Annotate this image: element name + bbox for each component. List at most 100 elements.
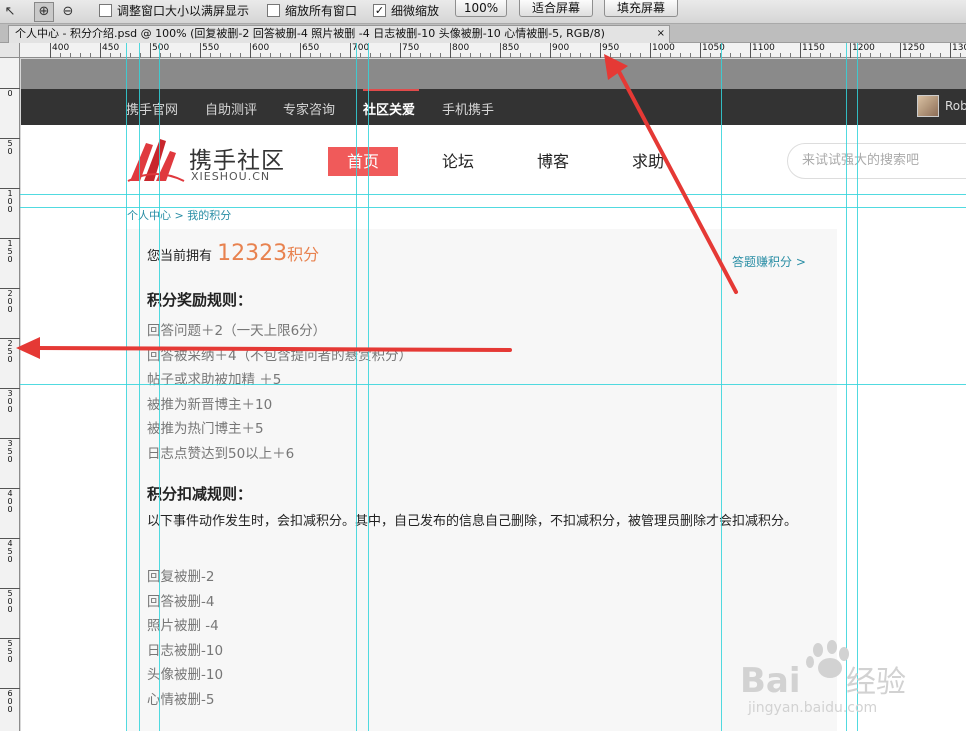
ruler-minor-tick xyxy=(430,53,431,57)
resize-windows-checkbox[interactable] xyxy=(99,3,112,17)
reward-rule-item: 被推为热门博主＋5 xyxy=(147,421,264,438)
zoom-out-icon[interactable]: ⊖ xyxy=(58,2,78,22)
ruler-minor-tick xyxy=(810,53,811,57)
ruler-minor-tick xyxy=(90,53,91,57)
tool-preset-icon[interactable]: ↖ xyxy=(0,2,20,22)
zoom-all-windows-checkbox[interactable] xyxy=(267,3,280,17)
user-name[interactable]: Rob xyxy=(945,99,966,113)
ruler-major-tick xyxy=(100,43,101,58)
reward-rule-item: 帖子或求助被加精 ＋5 xyxy=(147,372,282,389)
ruler-left-label: 600 xyxy=(7,689,13,714)
scrubby-zoom-option[interactable]: ✓ 细微缩放 xyxy=(373,0,439,20)
earn-points-link[interactable]: 答题赚积分 > xyxy=(732,253,806,270)
ruler-left-label: 500 xyxy=(7,589,13,614)
ruler-minor-tick xyxy=(490,53,491,57)
ruler-minor-tick xyxy=(790,53,791,57)
ruler-major-tick xyxy=(300,43,301,58)
ruler-minor-tick xyxy=(690,53,691,57)
ruler-major-tick xyxy=(600,43,601,58)
ruler-minor-tick xyxy=(460,53,461,57)
horizontal-guide[interactable] xyxy=(20,384,966,385)
main-nav-item[interactable]: 论坛 xyxy=(423,147,493,176)
document-tab[interactable]: 个人中心 - 积分介绍.psd @ 100% (回复被删-2 回答被删-4 照片… xyxy=(8,25,670,43)
xieshou-logo-icon[interactable] xyxy=(126,137,186,183)
document-canvas[interactable]: Rob 携手官网 自助测评 专家咨询 社区关爱 手机携手 携手社区 XIESHOU.CN… xyxy=(21,59,966,731)
main-nav-item[interactable]: 首页 xyxy=(328,147,398,176)
top-nav-link[interactable]: 专家咨询 xyxy=(283,99,335,118)
deduct-rule-item: 照片被删 -4 xyxy=(147,618,219,634)
main-nav-item[interactable]: 求助 xyxy=(613,147,683,176)
vertical-guide[interactable] xyxy=(721,43,722,731)
ruler-minor-tick xyxy=(60,53,61,57)
vertical-guide[interactable] xyxy=(846,43,847,731)
ruler-top-label: 900 xyxy=(552,43,570,53)
site-top-nav: Rob 携手官网 自助测评 专家咨询 社区关爱 手机携手 xyxy=(21,89,966,125)
ruler-major-tick xyxy=(650,43,651,58)
vertical-guide[interactable] xyxy=(857,43,858,731)
fill-screen-button[interactable]: 填充屏幕 xyxy=(604,0,678,17)
ruler-minor-tick xyxy=(860,53,861,57)
zoom-in-icon[interactable]: ⊕ xyxy=(34,2,54,22)
top-nav-link[interactable]: 手机携手 xyxy=(442,99,494,118)
deduct-rule-item: 回复被删-2 xyxy=(147,569,215,585)
resize-windows-option[interactable]: 调整窗口大小以满屏显示 xyxy=(99,0,249,20)
ruler-top-label: 700 xyxy=(352,43,370,53)
vertical-ruler[interactable]: 0 50 100 150 200 250 300 350 400 450 500 550 600 xyxy=(0,43,20,731)
ruler-major-tick xyxy=(150,43,151,58)
vertical-guide[interactable] xyxy=(139,43,140,731)
ruler-minor-tick xyxy=(730,53,731,57)
vertical-guide[interactable] xyxy=(126,43,127,731)
ruler-minor-tick xyxy=(80,53,81,57)
ruler-top-label: 1100 xyxy=(752,43,775,53)
ruler-major-tick xyxy=(500,43,501,58)
user-avatar[interactable] xyxy=(917,95,939,117)
horizontal-guide[interactable] xyxy=(20,207,966,208)
top-nav-link[interactable]: 社区关爱 xyxy=(363,99,415,118)
ruler-top-label: 800 xyxy=(452,43,470,53)
ruler-major-tick xyxy=(450,43,451,58)
ruler-minor-tick xyxy=(940,53,941,57)
ruler-top-label: 500 xyxy=(152,43,170,53)
ruler-origin[interactable] xyxy=(0,43,20,58)
ruler-left-label: 250 xyxy=(7,339,13,364)
vertical-guide[interactable] xyxy=(356,43,357,731)
ruler-left-label: 400 xyxy=(7,489,13,514)
fit-screen-button[interactable]: 适合屏幕 xyxy=(519,0,593,17)
deduct-rule-item: 回答被删-4 xyxy=(147,593,215,610)
options-bar: ↖ ⊕ ⊖ 调整窗口大小以满屏显示 缩放所有窗口 ✓ 细微缩放 100% 适合屏… xyxy=(0,0,966,24)
horizontal-guide[interactable] xyxy=(20,194,966,195)
top-nav-link[interactable]: 携手官网 xyxy=(126,99,178,118)
vertical-guide[interactable] xyxy=(159,43,160,731)
zoom-all-windows-option[interactable]: 缩放所有窗口 xyxy=(267,0,357,20)
document-title: 个人中心 - 积分介绍.psd @ 100% (回复被删-2 回答被删-4 照片… xyxy=(15,27,605,40)
canvas-top-band xyxy=(21,59,966,89)
ruler-minor-tick xyxy=(960,53,961,57)
vertical-guide[interactable] xyxy=(368,43,369,731)
ruler-minor-tick xyxy=(740,53,741,57)
horizontal-ruler[interactable]: 400 450 500 550 600 650 700 750 800 850 900 950 1000… xyxy=(20,43,966,58)
ruler-minor-tick xyxy=(440,53,441,57)
deduct-rules-title: 积分扣减规则： xyxy=(147,485,253,503)
ruler-major-tick xyxy=(50,43,51,58)
ruler-minor-tick xyxy=(880,53,881,57)
ruler-minor-tick xyxy=(180,53,181,57)
ruler-minor-tick xyxy=(220,53,221,57)
breadcrumb[interactable]: 个人中心 > 我的积分 xyxy=(127,207,231,223)
ruler-minor-tick xyxy=(260,53,261,57)
ruler-left-label: 50 xyxy=(7,139,13,156)
close-tab-icon[interactable]: × xyxy=(657,26,665,42)
ruler-minor-tick xyxy=(230,53,231,57)
ruler-major-tick xyxy=(900,43,901,58)
ruler-minor-tick xyxy=(610,53,611,57)
top-nav-link[interactable]: 自助测评 xyxy=(205,99,257,118)
search-input[interactable]: 来试试强大的搜索吧 xyxy=(787,143,966,179)
scrubby-zoom-checkbox[interactable]: ✓ xyxy=(373,3,386,17)
ruler-minor-tick xyxy=(820,53,821,57)
ruler-minor-tick xyxy=(110,53,111,57)
ruler-minor-tick xyxy=(910,53,911,57)
ruler-minor-tick xyxy=(670,53,671,57)
zoom-100-button[interactable]: 100% xyxy=(455,0,507,17)
ruler-left-label: 150 xyxy=(7,239,13,264)
ruler-minor-tick xyxy=(330,53,331,57)
main-nav-item[interactable]: 博客 xyxy=(518,147,588,176)
